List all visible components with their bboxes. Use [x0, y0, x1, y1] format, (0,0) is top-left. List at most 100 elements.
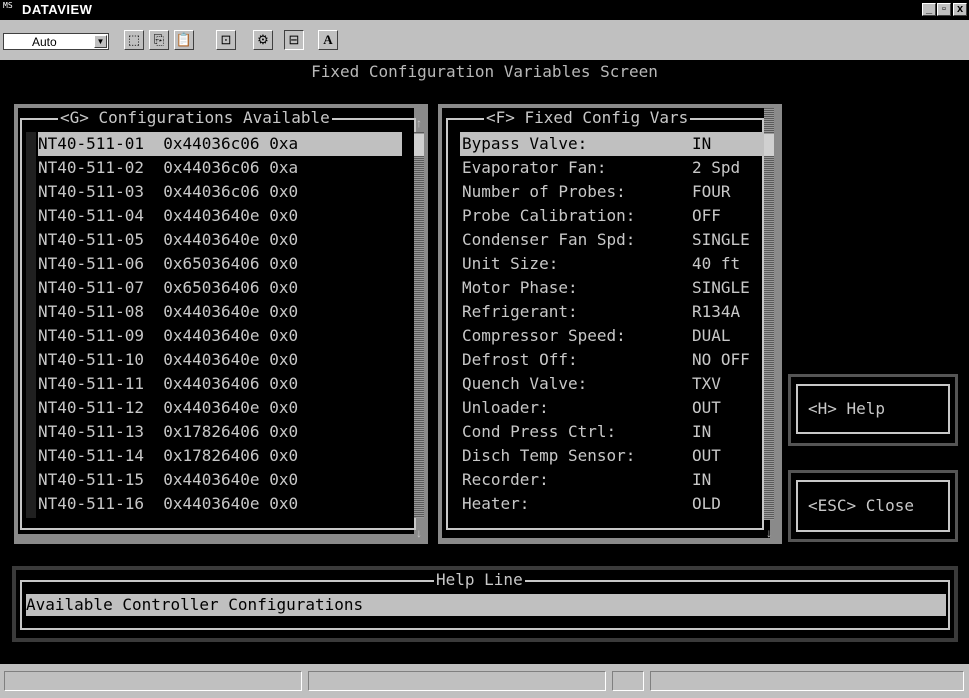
help-button-label: <H> Help: [808, 399, 886, 418]
fixed-var-label: Heater:: [462, 494, 530, 513]
config-list-item[interactable]: NT40-511-08 0x4403640e 0x0: [38, 300, 402, 324]
app-icon: MS: [3, 1, 13, 10]
config-list-item[interactable]: NT40-511-15 0x4403640e 0x0: [38, 468, 402, 492]
properties-icon[interactable]: ⚙: [253, 30, 273, 50]
config-list-item[interactable]: NT40-511-12 0x4403640e 0x0: [38, 396, 402, 420]
close-button[interactable]: <ESC> Close: [788, 470, 958, 542]
fixed-var-label: Bypass Valve:: [462, 134, 588, 153]
fixed-vars-scrollbar[interactable]: [764, 108, 774, 520]
fixed-var-label: Motor Phase:: [462, 278, 578, 297]
fixed-var-label: Disch Temp Sensor:: [462, 446, 636, 465]
config-list-item[interactable]: NT40-511-04 0x4403640e 0x0: [38, 204, 402, 228]
scroll-down-icon[interactable]: ↓: [413, 526, 425, 540]
fixed-var-label: Quench Valve:: [462, 374, 588, 393]
window-title: DATAVIEW: [22, 2, 93, 17]
fixed-var-value: NO OFF: [692, 350, 750, 369]
config-list-item[interactable]: NT40-511-09 0x4403640e 0x0: [38, 324, 402, 348]
help-button[interactable]: <H> Help: [788, 374, 958, 446]
screen-title: Fixed Configuration Variables Screen: [311, 62, 658, 81]
fixed-var-value: FOUR: [692, 182, 731, 201]
title-bar: MS DATAVIEW _ ▫ x: [0, 0, 969, 20]
fixed-vars-header: <F> Fixed Config Vars: [484, 108, 691, 128]
chevron-down-icon[interactable]: ▼: [94, 35, 107, 48]
fixed-var-label: Number of Probes:: [462, 182, 626, 201]
config-list-item[interactable]: NT40-511-02 0x44036c06 0xa: [38, 156, 402, 180]
config-list-item[interactable]: NT40-511-05 0x4403640e 0x0: [38, 228, 402, 252]
fixed-var-row[interactable]: Recorder: IN: [460, 468, 764, 492]
fixed-var-row[interactable]: Unloader: OUT: [460, 396, 764, 420]
fixed-var-row[interactable]: Evaporator Fan: 2 Spd: [460, 156, 764, 180]
fixed-var-value: TXV: [692, 374, 721, 393]
config-list-item[interactable]: NT40-511-16 0x4403640e 0x0: [38, 492, 402, 516]
config-list-item[interactable]: NT40-511-13 0x17826406 0x0: [38, 420, 402, 444]
scroll-down-icon[interactable]: ↓: [763, 526, 775, 540]
fixed-var-row[interactable]: Probe Calibration: OFF: [460, 204, 764, 228]
config-list-item[interactable]: NT40-511-07 0x65036406 0x0: [38, 276, 402, 300]
fixed-vars-scroll-thumb[interactable]: [764, 134, 774, 156]
scroll-up-icon[interactable]: ↑: [413, 116, 425, 130]
config-list-item[interactable]: NT40-511-14 0x17826406 0x0: [38, 444, 402, 468]
fixed-var-label: Probe Calibration:: [462, 206, 636, 225]
fixed-var-value: OUT: [692, 398, 721, 417]
background-icon[interactable]: ⊟: [284, 30, 304, 50]
config-list-item[interactable]: NT40-511-03 0x44036c06 0x0: [38, 180, 402, 204]
paste-icon[interactable]: 📋: [174, 30, 194, 50]
font-size-combo[interactable]: Auto ▼: [3, 33, 109, 50]
toolbar: [0, 20, 969, 60]
list-gutter: [26, 132, 36, 518]
fixed-var-value: IN: [692, 134, 712, 153]
fixed-var-row[interactable]: Disch Temp Sensor: OUT: [460, 444, 764, 468]
help-line-text: Available Controller Configurations: [26, 595, 364, 614]
help-line-bar: Available Controller Configurations: [26, 594, 946, 616]
close-button-label: <ESC> Close: [808, 496, 914, 515]
fixed-var-row[interactable]: Bypass Valve: IN: [460, 132, 764, 156]
fixed-var-row[interactable]: Motor Phase: SINGLE: [460, 276, 764, 300]
configurations-header: <G> Configurations Available: [58, 108, 332, 128]
font-size-value: Auto: [32, 35, 57, 49]
fixed-var-row[interactable]: Compressor Speed: DUAL: [460, 324, 764, 348]
fixed-var-row[interactable]: Quench Valve: TXV: [460, 372, 764, 396]
fixed-var-label: Recorder:: [462, 470, 549, 489]
minimize-button[interactable]: _: [922, 3, 936, 16]
close-window-button[interactable]: x: [953, 3, 967, 16]
select-icon[interactable]: ⬚: [124, 30, 144, 50]
config-list-item[interactable]: NT40-511-06 0x65036406 0x0: [38, 252, 402, 276]
fixed-var-row[interactable]: Defrost Off: NO OFF: [460, 348, 764, 372]
fixed-var-row[interactable]: Condenser Fan Spd: SINGLE: [460, 228, 764, 252]
fixed-var-value: R134A: [692, 302, 741, 321]
fixed-var-label: Unit Size:: [462, 254, 559, 273]
restore-button[interactable]: ▫: [937, 3, 951, 16]
help-button-frame: <H> Help: [796, 384, 950, 434]
copy-icon[interactable]: ⎘: [149, 30, 169, 50]
config-list-item[interactable]: NT40-511-11 0x44036406 0x0: [38, 372, 402, 396]
fixed-var-value: SINGLE: [692, 230, 750, 249]
fixed-var-label: Compressor Speed:: [462, 326, 626, 345]
fixed-var-row[interactable]: Number of Probes: FOUR: [460, 180, 764, 204]
fixed-var-row[interactable]: Unit Size: 40 ft: [460, 252, 764, 276]
fixed-var-label: Unloader:: [462, 398, 549, 417]
help-line-header: Help Line: [434, 570, 525, 590]
fixed-var-value: DUAL: [692, 326, 731, 345]
fixed-var-label: Cond Press Ctrl:: [462, 422, 617, 441]
status-pane-2: [308, 671, 606, 691]
fixed-var-value: IN: [692, 422, 712, 441]
status-pane-3: [612, 671, 644, 691]
selection-end-cursor: [402, 132, 414, 156]
fixed-var-label: Condenser Fan Spd:: [462, 230, 636, 249]
fixed-var-row[interactable]: Refrigerant: R134A: [460, 300, 764, 324]
fixed-var-value: OLD: [692, 494, 721, 513]
font-icon[interactable]: A: [318, 30, 338, 50]
status-pane-1: [4, 671, 302, 691]
fixed-var-row[interactable]: Cond Press Ctrl: IN: [460, 420, 764, 444]
fixed-var-value: OUT: [692, 446, 721, 465]
configurations-scroll-thumb[interactable]: [414, 134, 424, 156]
config-list-item[interactable]: NT40-511-10 0x4403640e 0x0: [38, 348, 402, 372]
fixed-var-value: 40 ft: [692, 254, 741, 273]
fullscreen-icon[interactable]: ⊡: [216, 30, 236, 50]
status-pane-4: [650, 671, 964, 691]
fixed-var-label: Defrost Off:: [462, 350, 578, 369]
fixed-var-value: 2 Spd: [692, 158, 741, 177]
configurations-scrollbar[interactable]: [414, 132, 424, 518]
fixed-var-row[interactable]: Heater: OLD: [460, 492, 764, 516]
config-list-item[interactable]: NT40-511-01 0x44036c06 0xa: [38, 132, 402, 156]
